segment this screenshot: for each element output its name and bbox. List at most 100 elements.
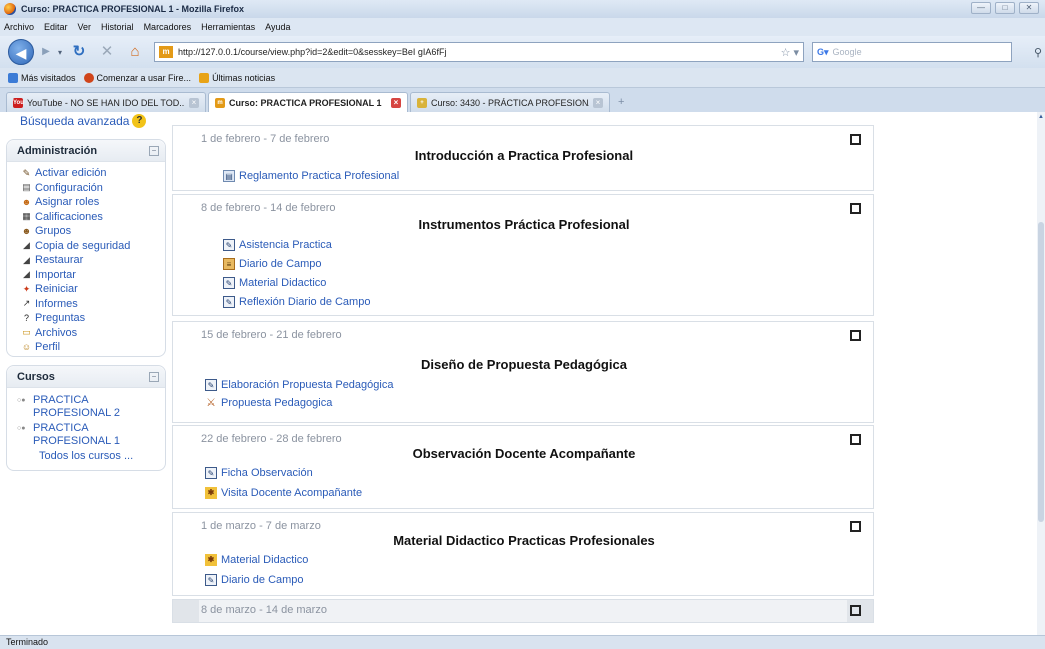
menu-ver[interactable]: Ver [78, 22, 92, 32]
admin-item-archivos[interactable]: ▭ Archivos [21, 326, 165, 341]
tab-close-button[interactable]: × [391, 97, 401, 108]
menu-editar[interactable]: Editar [44, 22, 68, 32]
advanced-search-link[interactable]: Búsqueda avanzada ? [20, 114, 147, 128]
home-icon[interactable]: ⌂ [124, 41, 146, 63]
admin-item-activar-edici-n[interactable]: ✎ Activar edición [21, 166, 165, 181]
admin-list: ✎ Activar edición ▤ Configuración ☻ Asignar r… [7, 162, 165, 361]
course-section: 1 de febrero - 7 de febrero Introducción … [172, 125, 874, 191]
section-toggle-box[interactable] [850, 203, 861, 214]
activity-link[interactable]: ✎ Material Didactico [223, 277, 326, 289]
activity-link[interactable]: ✎ Reflexión Diario de Campo [223, 296, 370, 308]
search-icon[interactable]: ⚲ [1034, 46, 1042, 59]
all-courses-link[interactable]: Todos los cursos ... [17, 450, 165, 462]
activity-link[interactable]: ✱ Material Didactico [205, 554, 308, 566]
section-title: Diseño de Propuesta Pedagógica [421, 357, 627, 372]
url-text[interactable]: http://127.0.0.1/course/view.php?id=2&ed… [178, 47, 781, 57]
admin-item-asignar-roles[interactable]: ☻ Asignar roles [21, 195, 165, 210]
assignment-icon: ✎ [223, 277, 235, 289]
section-toggle-box[interactable] [850, 434, 861, 445]
menu-ayuda[interactable]: Ayuda [265, 22, 290, 32]
activity-link[interactable]: ✎ Diario de Campo [205, 574, 304, 586]
bookmark-mas-visitados[interactable]: Más visitados [8, 72, 76, 83]
reload-icon[interactable]: ↻ [68, 41, 90, 63]
activity-label: Ficha Observación [221, 467, 313, 479]
admin-item-restaurar[interactable]: ◢ Restaurar [21, 253, 165, 268]
page-viewport: Búsqueda avanzada ? Administración − ✎ Ac… [0, 112, 1045, 635]
url-bar[interactable]: m http://127.0.0.1/course/view.php?id=2&… [154, 42, 805, 62]
files-icon: ▭ [22, 327, 31, 338]
admin-item-label: Preguntas [35, 312, 86, 325]
course-link-practica-1[interactable]: ○● PRACTICA PROFESIONAL 1 [17, 422, 165, 448]
tab-label: Curso: PRACTICA PROFESIONAL 1 [229, 97, 382, 108]
course-link-practica-2[interactable]: ○● PRACTICA PROFESIONAL 2 [17, 394, 165, 420]
search-input[interactable]: Google [833, 47, 1007, 57]
admin-item-informes[interactable]: ↗ Informes [21, 297, 165, 312]
activity-link[interactable]: ✎ Elaboración Propuesta Pedagógica [205, 379, 393, 391]
tab-curso-3430[interactable]: + Curso: 3430 - PRÁCTICA PROFESIONA... × [410, 92, 610, 112]
scrollbar-thumb[interactable] [1038, 222, 1044, 522]
admin-item-copia-de-seguridad[interactable]: ◢ Copia de seguridad [21, 239, 165, 254]
tab-close-button[interactable]: × [189, 97, 199, 108]
activity-link[interactable]: ⚔ Propuesta Pedagogica [205, 397, 332, 409]
bookmark-ultimas-noticias[interactable]: Últimas noticias [199, 72, 275, 83]
new-tab-button[interactable]: + [618, 96, 624, 112]
resource-icon: ▤ [223, 170, 235, 182]
bookmark-label: Comenzar a usar Fire... [96, 72, 192, 83]
quiz-icon: ✱ [205, 554, 217, 566]
admin-item-configuraci-n[interactable]: ▤ Configuración [21, 181, 165, 196]
section-toggle-box[interactable] [850, 134, 861, 145]
admin-item-calificaciones[interactable]: ▦ Calificaciones [21, 210, 165, 225]
admin-item-importar[interactable]: ◢ Importar [21, 268, 165, 283]
menu-historial[interactable]: Historial [101, 22, 134, 32]
section-toggle-box[interactable] [850, 330, 861, 341]
grades-icon: ▦ [22, 211, 31, 222]
back-button[interactable]: ◀ [8, 39, 34, 65]
help-icon[interactable]: ? [132, 114, 147, 128]
activity-link[interactable]: ≡ Diario de Campo [223, 258, 322, 270]
section-toggle-box[interactable] [850, 605, 861, 616]
admin-item-perfil[interactable]: ☺ Perfil [21, 340, 165, 355]
activity-label: Diario de Campo [221, 574, 304, 586]
tab-youtube[interactable]: You YouTube - NO SE HAN IDO DEL TOD... × [6, 92, 206, 112]
admin-item-reiniciar[interactable]: ✦ Reiniciar [21, 282, 165, 297]
stop-icon[interactable]: ✕ [96, 41, 118, 63]
bookmark-label: Más visitados [21, 72, 76, 83]
course-label: PRACTICA PROFESIONAL 1 [33, 422, 121, 447]
close-window-button[interactable]: ✕ [1019, 2, 1039, 14]
minimize-button[interactable]: — [971, 2, 991, 14]
tab-practica-profesional-1[interactable]: m Curso: PRACTICA PROFESIONAL 1 × [208, 92, 408, 112]
bookmarks-bar: Más visitados Comenzar a usar Fire... Úl… [0, 68, 1045, 88]
search-bar[interactable]: G▾ Google [812, 42, 1013, 62]
site-favicon-icon: m [159, 46, 174, 58]
bookmark-comenzar[interactable]: Comenzar a usar Fire... [83, 72, 192, 83]
menu-herramientas[interactable]: Herramientas [201, 22, 255, 32]
course-section: 22 de febrero - 28 de febrero Observación… [172, 425, 874, 509]
section-date: 8 de marzo - 14 de marzo [201, 604, 327, 616]
admin-item-label: Reiniciar [35, 283, 78, 296]
maximize-button[interactable]: □ [995, 2, 1015, 14]
forward-button[interactable]: ▶ [36, 42, 56, 62]
google-engine-icon[interactable]: G▾ [817, 47, 829, 58]
menu-marcadores[interactable]: Marcadores [144, 22, 192, 32]
history-dropdown-icon[interactable]: ▾ [58, 48, 62, 57]
admin-item-grupos[interactable]: ☻ Grupos [21, 224, 165, 239]
activity-link[interactable]: ✎ Ficha Observación [205, 467, 313, 479]
tab-label: Curso: 3430 - PRÁCTICA PROFESIONA... [431, 97, 589, 108]
menu-archivo[interactable]: Archivo [4, 22, 34, 32]
admin-item-preguntas[interactable]: ? Preguntas [21, 311, 165, 326]
vertical-scrollbar[interactable]: ▲ [1037, 112, 1045, 635]
section-toggle-box[interactable] [850, 521, 861, 532]
scroll-up-icon[interactable]: ▲ [1038, 114, 1044, 120]
rss-feed-icon [199, 72, 210, 83]
collapse-admin-button[interactable]: − [149, 145, 159, 156]
activity-link[interactable]: ▤ Reglamento Practica Profesional [223, 170, 399, 182]
admin-item-label: Restaurar [35, 254, 84, 267]
bookmark-star-icon[interactable]: ☆ ▾ [781, 46, 799, 59]
admin-item-label: Configuración [35, 181, 103, 194]
activity-link[interactable]: ✱ Visita Docente Acompañante [205, 487, 362, 499]
advanced-search-label: Búsqueda avanzada [20, 114, 130, 128]
tab-close-button[interactable]: × [593, 97, 603, 108]
admin-item-label: Asignar roles [35, 196, 100, 209]
collapse-courses-button[interactable]: − [149, 371, 159, 382]
activity-link[interactable]: ✎ Asistencia Practica [223, 239, 332, 251]
